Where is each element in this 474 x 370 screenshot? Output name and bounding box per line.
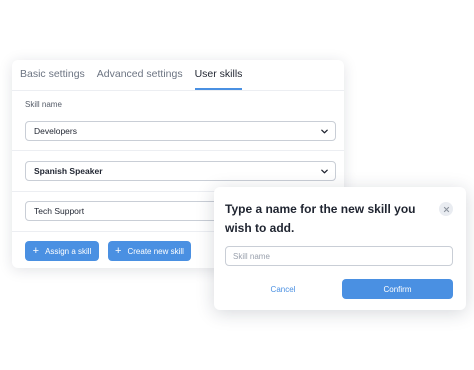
plus-icon: +: [115, 244, 122, 257]
tab-advanced-settings[interactable]: Advanced settings: [97, 60, 183, 88]
skill-select-spanish-speaker[interactable]: Spanish Speaker: [25, 161, 336, 181]
tab-user-skills[interactable]: User skills: [194, 60, 243, 90]
tab-basic-settings[interactable]: Basic settings: [20, 60, 85, 88]
skill-select-developers[interactable]: Developers: [25, 121, 336, 141]
create-skill-label: Create new skill: [127, 246, 184, 256]
plus-icon: +: [32, 244, 40, 257]
assign-skill-button[interactable]: + Assign a skill: [25, 241, 99, 261]
close-icon: [443, 206, 449, 212]
chevron-down-icon: [321, 169, 328, 174]
settings-tabs: Basic settings Advanced settings User sk…: [20, 60, 254, 90]
confirm-button[interactable]: Confirm: [342, 279, 453, 299]
chevron-down-icon: [321, 129, 328, 134]
new-skill-dialog: Type a name for the new skill you wish t…: [214, 187, 466, 310]
row-divider: [12, 150, 344, 151]
skill-select-value: Spanish Speaker: [34, 166, 103, 176]
skill-name-label: Skill name: [25, 100, 62, 109]
skill-select-value: Tech Support: [34, 206, 85, 216]
skill-select-value: Developers: [34, 126, 77, 136]
tabs-divider: [12, 90, 344, 91]
close-button[interactable]: [439, 202, 453, 216]
cancel-button[interactable]: Cancel: [225, 279, 341, 299]
skill-name-input[interactable]: [225, 246, 453, 266]
dialog-title: Type a name for the new skill you wish t…: [225, 202, 416, 235]
create-skill-button[interactable]: + Create new skill: [108, 241, 191, 261]
assign-skill-label: Assign a skill: [45, 246, 92, 256]
